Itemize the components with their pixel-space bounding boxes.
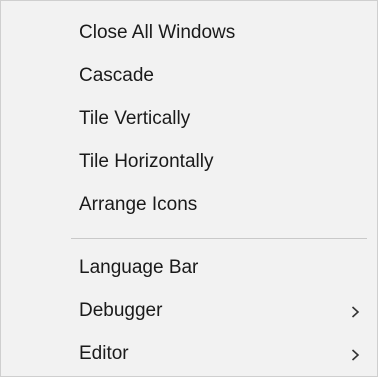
menu-item-debugger[interactable]: Debugger <box>1 294 377 328</box>
menu-item-label: Close All Windows <box>79 22 236 43</box>
chevron-right-icon <box>351 306 360 318</box>
menu-item-cascade[interactable]: Cascade <box>1 59 377 93</box>
context-menu: Close All Windows Cascade Tile Verticall… <box>0 0 378 377</box>
menu-item-label: Debugger <box>79 300 163 321</box>
menu-item-editor[interactable]: Editor <box>1 337 377 371</box>
menu-item-tile-horizontally[interactable]: Tile Horizontally <box>1 145 377 179</box>
menu-item-tile-vertically[interactable]: Tile Vertically <box>1 102 377 136</box>
menu-item-arrange-icons[interactable]: Arrange Icons <box>1 188 377 222</box>
menu-item-label: Tile Horizontally <box>79 151 214 172</box>
menu-item-label: Arrange Icons <box>79 194 198 215</box>
menu-item-label: Cascade <box>79 65 154 86</box>
menu-item-close-all-windows[interactable]: Close All Windows <box>1 16 377 50</box>
chevron-right-icon <box>351 349 360 361</box>
menu-item-label: Tile Vertically <box>79 108 191 129</box>
menu-item-label: Editor <box>79 343 129 364</box>
menu-item-language-bar[interactable]: Language Bar <box>1 251 377 285</box>
menu-separator <box>71 238 367 239</box>
menu-item-label: Language Bar <box>79 257 199 278</box>
